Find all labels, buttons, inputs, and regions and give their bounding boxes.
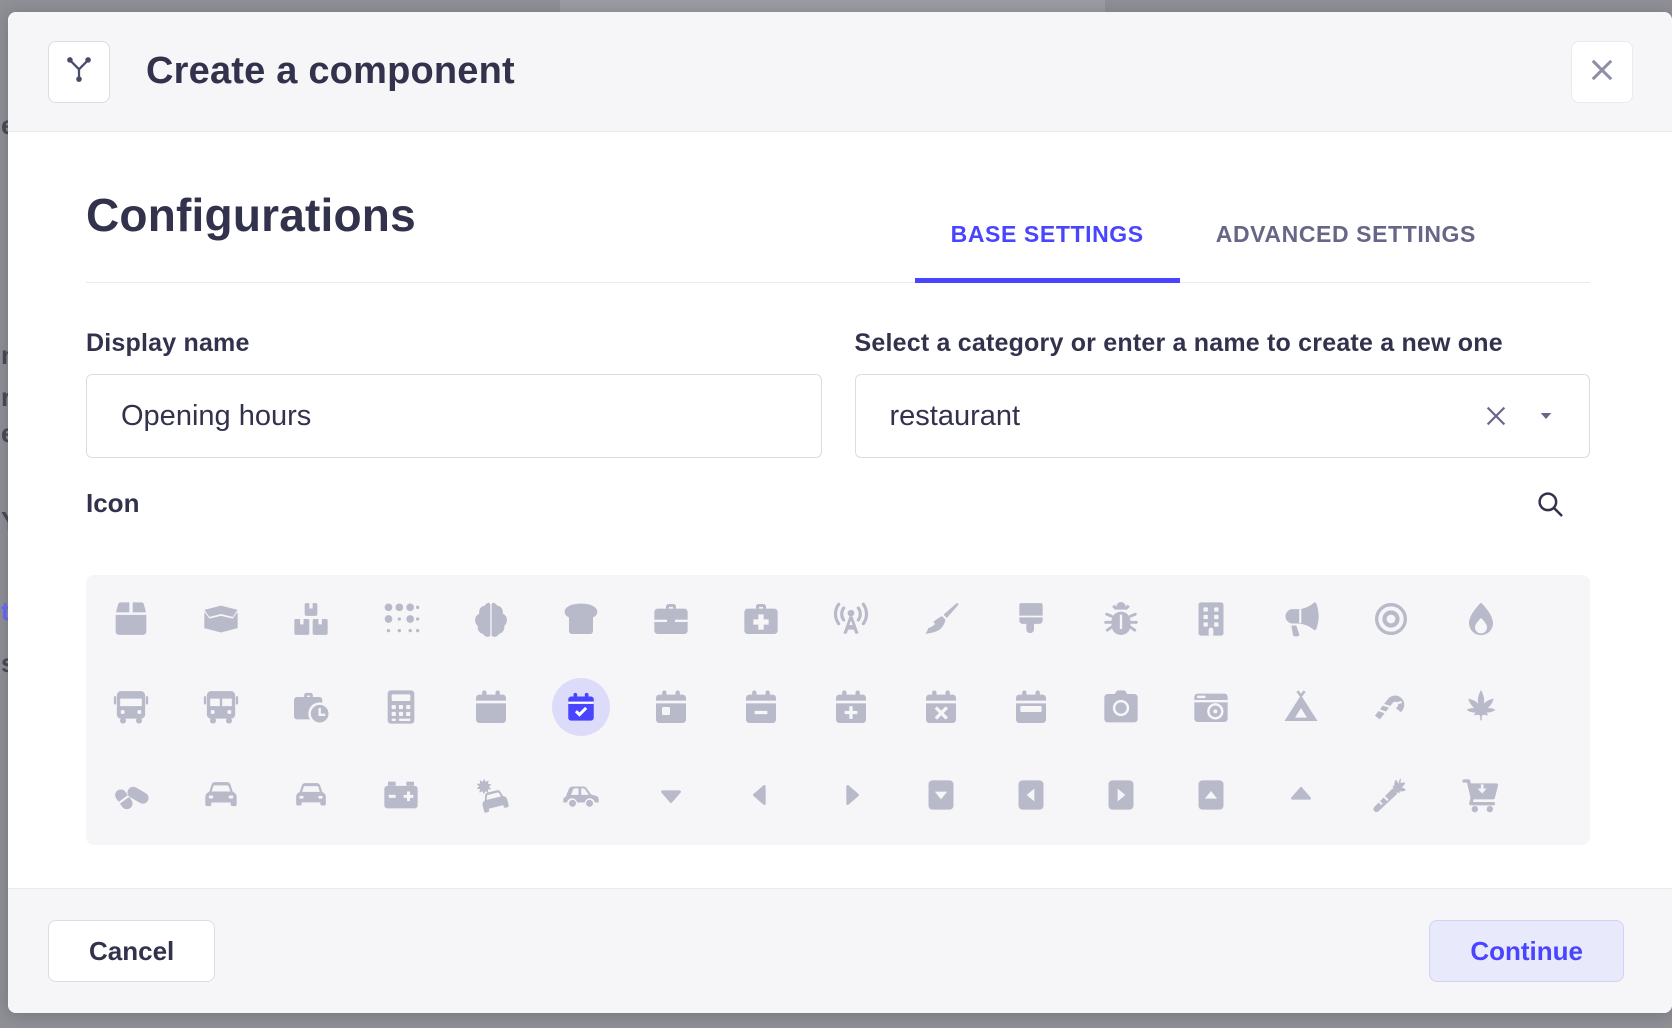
- icon-grid: [86, 575, 1590, 845]
- category-value: restaurant: [890, 400, 1021, 433]
- icon-car-battery[interactable]: [356, 751, 446, 839]
- icon-bug[interactable]: [1076, 575, 1166, 663]
- display-name-value: Opening hours: [121, 400, 311, 433]
- close-icon: [1588, 56, 1616, 89]
- icon-briefcase[interactable]: [626, 575, 716, 663]
- icon-calendar-day[interactable]: [626, 663, 716, 751]
- icon-briefcase-medical[interactable]: [716, 575, 806, 663]
- category-label: Select a category or enter a name to cre…: [855, 329, 1591, 358]
- display-name-input[interactable]: Opening hours: [86, 374, 822, 458]
- icon-carrot[interactable]: [1346, 751, 1436, 839]
- icon-box[interactable]: [86, 575, 176, 663]
- close-button[interactable]: [1571, 41, 1633, 103]
- icon-bread-slice[interactable]: [536, 575, 626, 663]
- clear-x-icon[interactable]: [1483, 403, 1509, 429]
- icon-camera[interactable]: [1076, 663, 1166, 751]
- icon-cannabis[interactable]: [1436, 663, 1526, 751]
- icon-box-open[interactable]: [176, 575, 266, 663]
- component-icon: [63, 53, 95, 90]
- icon-broadcast-tower[interactable]: [806, 575, 896, 663]
- background-page-fragment: [560, 0, 1105, 12]
- caret-down-icon[interactable]: [1537, 407, 1555, 425]
- settings-tabs: BASE SETTINGSADVANCED SETTINGS: [915, 221, 1512, 282]
- icon-brush[interactable]: [986, 575, 1076, 663]
- icon-calculator[interactable]: [356, 663, 446, 751]
- icon-boxes[interactable]: [266, 575, 356, 663]
- icon-calendar-times[interactable]: [896, 663, 986, 751]
- icon-capsules[interactable]: [86, 751, 176, 839]
- modal-title: Create a component: [146, 50, 515, 93]
- icon-calendar-week[interactable]: [986, 663, 1076, 751]
- tab-advanced-settings[interactable]: ADVANCED SETTINGS: [1180, 221, 1512, 282]
- component-icon-box: [48, 41, 110, 103]
- icon-calendar-check[interactable]: [536, 663, 626, 751]
- icon-car[interactable]: [176, 751, 266, 839]
- configurations-heading: Configurations: [86, 188, 416, 242]
- category-field-group: Select a category or enter a name to cre…: [855, 329, 1591, 458]
- icon-car-crash[interactable]: [446, 751, 536, 839]
- modal-footer: Cancel Continue: [8, 888, 1672, 1013]
- icon-caret-left[interactable]: [716, 751, 806, 839]
- icon-picker-header: Icon: [86, 488, 1590, 519]
- icon-cart-arrow-down[interactable]: [1436, 751, 1526, 839]
- icon-camera-retro[interactable]: [1166, 663, 1256, 751]
- icon-calendar-minus[interactable]: [716, 663, 806, 751]
- icon-calendar[interactable]: [446, 663, 536, 751]
- tab-base-settings[interactable]: BASE SETTINGS: [915, 221, 1180, 282]
- icon-caret-square-left[interactable]: [986, 751, 1076, 839]
- icon-bus[interactable]: [86, 663, 176, 751]
- modal-header: Create a component: [8, 12, 1672, 132]
- modal-body: Configurations BASE SETTINGSADVANCED SET…: [8, 132, 1672, 888]
- icon-bus-alt[interactable]: [176, 663, 266, 751]
- icon-bullhorn[interactable]: [1256, 575, 1346, 663]
- icon-car-alt[interactable]: [266, 751, 356, 839]
- icon-calendar-plus[interactable]: [806, 663, 896, 751]
- icon-broom[interactable]: [896, 575, 986, 663]
- icon-caret-down[interactable]: [626, 751, 716, 839]
- screen: enreYts Create a component: [0, 0, 1672, 1028]
- cancel-button[interactable]: Cancel: [48, 920, 215, 982]
- continue-button[interactable]: Continue: [1429, 920, 1624, 982]
- display-name-label: Display name: [86, 329, 822, 358]
- magnifier-icon[interactable]: [1535, 489, 1565, 519]
- icon-business-time[interactable]: [266, 663, 356, 751]
- category-combobox[interactable]: restaurant: [855, 374, 1591, 458]
- icon-building[interactable]: [1166, 575, 1256, 663]
- create-component-modal: Create a component Configurations BASE S…: [8, 12, 1672, 1013]
- icon-campground[interactable]: [1256, 663, 1346, 751]
- icon-caret-square-right[interactable]: [1076, 751, 1166, 839]
- icon-caret-up[interactable]: [1256, 751, 1346, 839]
- icon-bullseye[interactable]: [1346, 575, 1436, 663]
- display-name-field-group: Display name Opening hours: [86, 329, 822, 458]
- icon-car-side[interactable]: [536, 751, 626, 839]
- icon-caret-square-down[interactable]: [896, 751, 986, 839]
- icon-caret-square-up[interactable]: [1166, 751, 1256, 839]
- icon-burn[interactable]: [1436, 575, 1526, 663]
- icon-label: Icon: [86, 488, 139, 519]
- icon-brain[interactable]: [446, 575, 536, 663]
- configurations-header-row: Configurations BASE SETTINGSADVANCED SET…: [86, 132, 1590, 283]
- icon-caret-right[interactable]: [806, 751, 896, 839]
- form-fields: Display name Opening hours Select a cate…: [86, 329, 1590, 458]
- icon-braille[interactable]: [356, 575, 446, 663]
- icon-candy-cane[interactable]: [1346, 663, 1436, 751]
